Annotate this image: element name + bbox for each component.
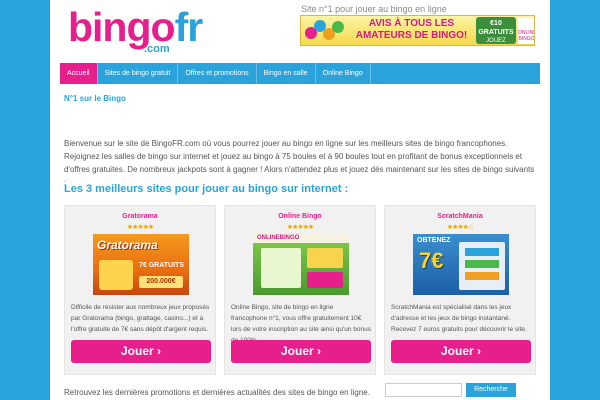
site-screenshot[interactable]: ONLINEBINGO — [253, 234, 349, 295]
rating-stars-icon: ★★★★★ — [126, 224, 154, 231]
card-title[interactable]: ScratchMania — [385, 213, 535, 220]
card-description: ScratchMania est spécialisé dans les jeu… — [391, 304, 527, 333]
card-description: Difficile de résister aux nombreux jeux … — [71, 304, 210, 333]
main-nav: Accueil Sites de bingo gratuit Offres et… — [60, 63, 540, 84]
site-tagline: Site n°1 pour jouer au bingo en ligne — [301, 4, 447, 14]
site-screenshot[interactable]: Gratorama 7€ GRATUITS 200.000€ — [93, 234, 189, 295]
sites-heading: Les 3 meilleurs sites pour jouer au bing… — [64, 183, 349, 195]
search-button[interactable]: Recherche — [466, 383, 516, 397]
banner-brand-logo: ONLINE BINGO — [518, 18, 534, 44]
intro-paragraph: Bienvenue sur le site de BingoFR.com où … — [64, 139, 535, 187]
page-container: bingofr .com Site n°1 pour jouer au bing… — [50, 0, 550, 400]
nav-item-offres[interactable]: Offres et promotions — [178, 63, 257, 84]
nav-item-sites-gratuit[interactable]: Sites de bingo gratuit — [98, 63, 179, 84]
search-input[interactable] — [385, 383, 462, 397]
logo-wordmark: bingofr — [68, 4, 203, 50]
card-title[interactable]: Gratorama — [65, 213, 215, 220]
card-title[interactable]: Online Bingo — [225, 213, 375, 220]
promo-banner[interactable]: AVIS À TOUS LES AMATEURS DE BINGO! €10 G… — [300, 15, 535, 46]
nav-item-bingo-salle[interactable]: Bingo en salle — [257, 63, 316, 84]
site-card-gratorama: Gratorama ★★★★★ Gratorama 7€ GRATUITS 20… — [64, 205, 216, 375]
banner-headline: AVIS À TOUS LES AMATEURS DE BINGO! — [355, 18, 468, 41]
site-screenshot[interactable]: OBTENEZ 7€ — [413, 234, 509, 295]
play-button[interactable]: Jouer › — [391, 340, 531, 363]
site-card-online-bingo: Online Bingo ★★★★★ ONLINEBINGO Online Bi… — [224, 205, 376, 375]
rating-stars-icon: ★★★★★ — [286, 224, 314, 231]
bingo-balls-icon — [305, 19, 345, 43]
rating-stars-icon: ★★★★☆ — [446, 224, 474, 231]
page-title: N°1 sur le Bingo — [64, 94, 126, 103]
site-card-scratchmania: ScratchMania ★★★★☆ OBTENEZ 7€ ScratchMan… — [384, 205, 536, 375]
play-button[interactable]: Jouer › — [71, 340, 211, 363]
site-logo[interactable]: bingofr .com — [68, 4, 203, 55]
nav-item-accueil[interactable]: Accueil — [60, 63, 98, 84]
banner-offer-button[interactable]: €10 GRATUITS JOUEZ MAINTENANT — [476, 17, 516, 44]
footer-text: Retrouvez les dernières promotions et de… — [64, 388, 370, 397]
nav-item-online-bingo[interactable]: Online Bingo — [316, 63, 371, 84]
logo-suffix: .com — [144, 43, 170, 55]
play-button[interactable]: Jouer › — [231, 340, 371, 363]
